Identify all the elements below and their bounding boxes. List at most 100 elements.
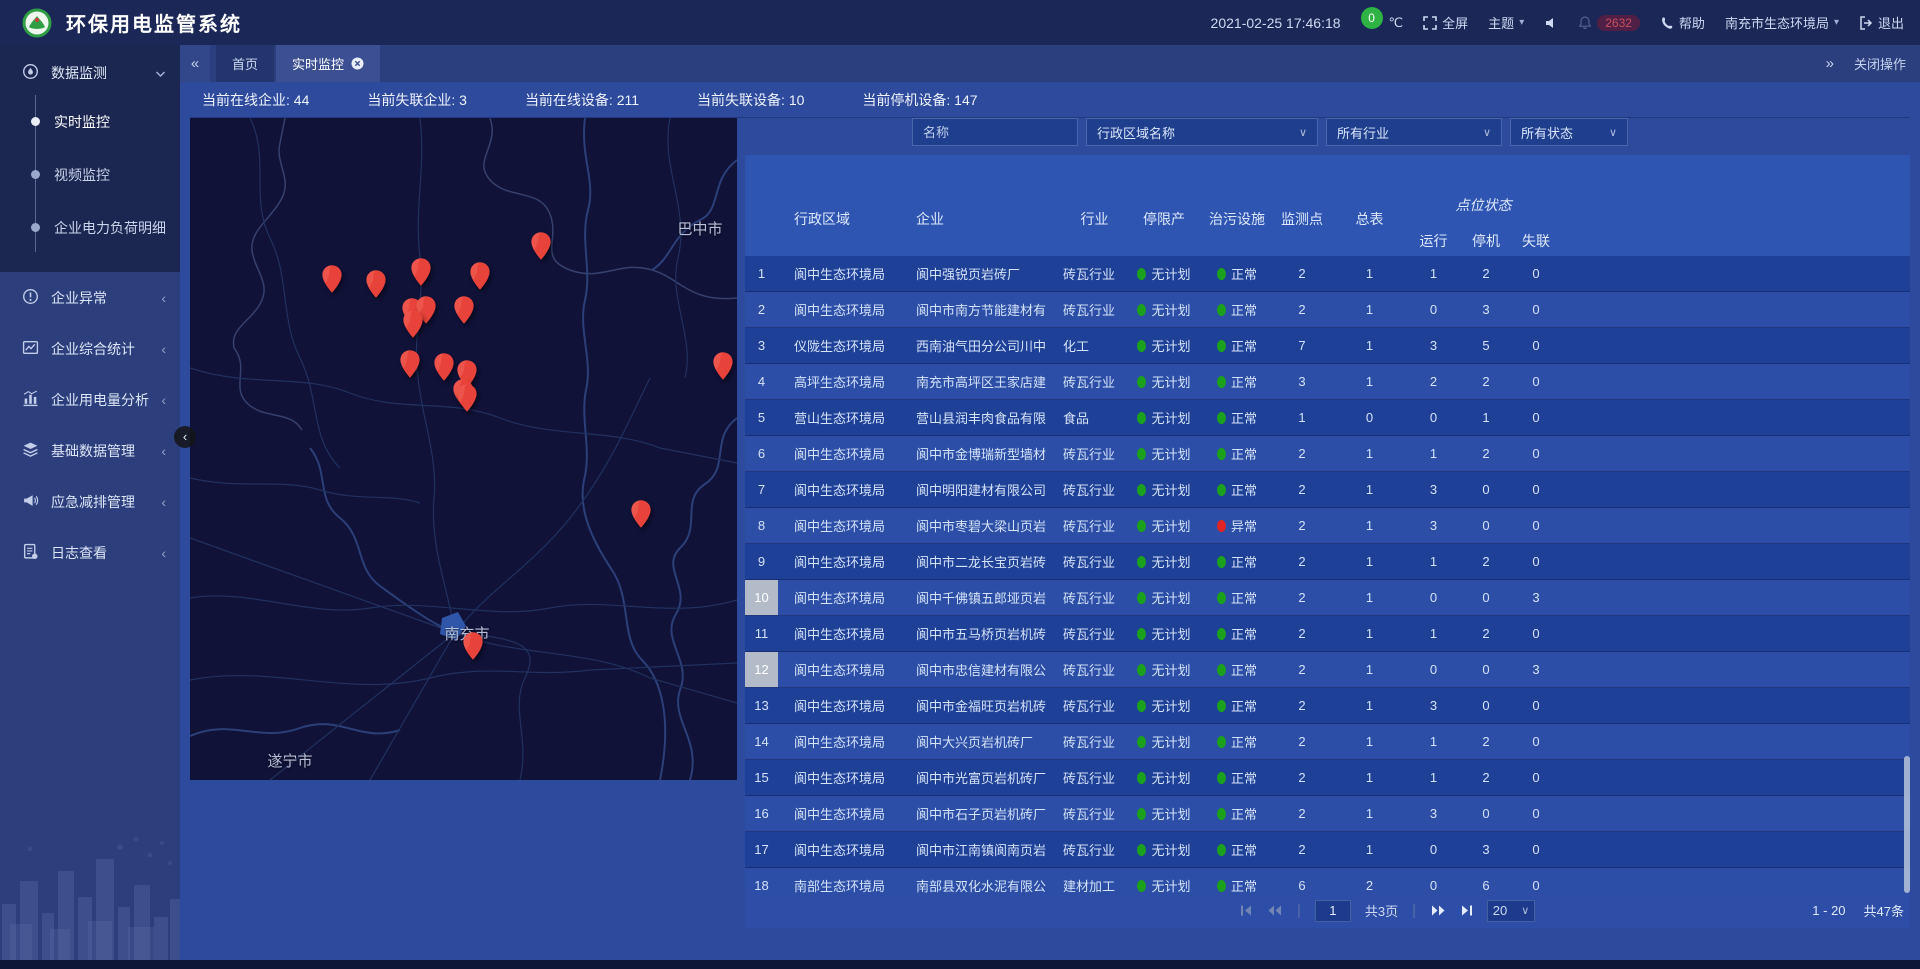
map-panel[interactable]: 巴中市南充市遂宁市 bbox=[190, 118, 737, 780]
table-row[interactable]: 16阆中生态环境局阆中市石子页岩机砖厂砖瓦行业无计划正常21300 bbox=[745, 796, 1910, 832]
sidebar-item-实时监控[interactable]: 实时监控 bbox=[0, 95, 180, 148]
page-number-input[interactable] bbox=[1315, 900, 1351, 922]
cell-company: 阆中市南方节能建材有 bbox=[908, 292, 1059, 327]
cell-limit-status: 无计划 bbox=[1126, 328, 1202, 363]
cell-lost-count: 0 bbox=[1512, 616, 1560, 651]
table-row[interactable]: 6阆中生态环境局阆中市金博瑞新型墙材砖瓦行业无计划正常21120 bbox=[745, 436, 1910, 472]
status-filter-select[interactable]: 所有状态∨ bbox=[1510, 118, 1628, 146]
sound-toggle[interactable] bbox=[1544, 16, 1558, 30]
sidebar-item-基础数据管理[interactable]: 基础数据管理‹ bbox=[0, 425, 180, 476]
menu-icon bbox=[22, 339, 39, 359]
cell-monitor-count: 2 bbox=[1272, 832, 1332, 867]
map-pin-icon[interactable] bbox=[469, 261, 491, 291]
table-row[interactable]: 15阆中生态环境局阆中市光富页岩机砖厂砖瓦行业无计划正常21120 bbox=[745, 760, 1910, 796]
cell-region: 阆中生态环境局 bbox=[778, 688, 908, 723]
map-pin-icon[interactable] bbox=[530, 231, 552, 261]
map-pin-icon[interactable] bbox=[712, 351, 734, 381]
table-row[interactable]: 5营山生态环境局营山县润丰肉食品有限食品无计划正常10010 bbox=[745, 400, 1910, 436]
map-pin-icon[interactable] bbox=[630, 499, 652, 529]
theme-menu[interactable]: 主题▾ bbox=[1488, 13, 1524, 32]
table-row[interactable]: 12阆中生态环境局阆中市忠信建材有限公砖瓦行业无计划正常21003 bbox=[745, 652, 1910, 688]
table-row[interactable]: 8阆中生态环境局阆中市枣碧大梁山页岩砖瓦行业无计划异常21300 bbox=[745, 508, 1910, 544]
map-pin-icon[interactable] bbox=[321, 264, 343, 294]
cell-company: 南部县双化水泥有限公 bbox=[908, 868, 1059, 893]
tab-实时监控[interactable]: 实时监控 bbox=[276, 45, 380, 82]
status-dot-icon bbox=[1217, 268, 1226, 280]
status-dot-icon bbox=[1217, 448, 1226, 460]
cell-limit-status: 无计划 bbox=[1126, 472, 1202, 507]
table-row[interactable]: 17阆中生态环境局阆中市江南镇阆南页岩砖瓦行业无计划正常21030 bbox=[745, 832, 1910, 868]
cell-facility-status: 正常 bbox=[1202, 688, 1272, 723]
fullscreen-button[interactable]: 全屏 bbox=[1423, 13, 1468, 32]
table-scrollbar[interactable] bbox=[1904, 756, 1910, 893]
status-dot-icon bbox=[1217, 844, 1226, 856]
next-page-icon[interactable] bbox=[1430, 904, 1446, 917]
cell-total-meter: 1 bbox=[1332, 436, 1407, 471]
close-operations-button[interactable]: 关闭操作 bbox=[1854, 54, 1906, 73]
map-pin-icon[interactable] bbox=[402, 309, 424, 339]
cell-filler bbox=[1560, 688, 1910, 723]
sidebar-group-toggle[interactable]: 数据监测 bbox=[0, 51, 180, 95]
map-pin-icon[interactable] bbox=[456, 383, 478, 413]
sidebar-item-应急减排管理[interactable]: 应急减排管理‹ bbox=[0, 476, 180, 527]
sidebar-item-企业异常[interactable]: 企业异常‹ bbox=[0, 272, 180, 323]
table-row[interactable]: 14阆中生态环境局阆中大兴页岩机砖厂砖瓦行业无计划正常21120 bbox=[745, 724, 1910, 760]
cell-region: 阆中生态环境局 bbox=[778, 652, 908, 687]
region-filter-select[interactable]: 行政区域名称∨ bbox=[1086, 118, 1318, 146]
industry-filter-select[interactable]: 所有行业∨ bbox=[1326, 118, 1502, 146]
map-pin-icon[interactable] bbox=[399, 349, 421, 379]
chevron-down-icon: ▾ bbox=[1519, 17, 1524, 28]
cell-company: 阆中市二龙长宝页岩砖 bbox=[908, 544, 1059, 579]
table-row[interactable]: 10阆中生态环境局阆中千佛镇五郎垭页岩砖瓦行业无计划正常21003 bbox=[745, 580, 1910, 616]
cell-lost-count: 0 bbox=[1512, 472, 1560, 507]
sidebar-item-label: 实时监控 bbox=[54, 112, 110, 132]
status-dot-icon bbox=[1137, 268, 1146, 280]
scroll-tabs-left-icon[interactable]: « bbox=[180, 45, 210, 82]
logout-button[interactable]: 退出 bbox=[1859, 13, 1904, 32]
cell-lost-count: 0 bbox=[1512, 508, 1560, 543]
cell-filler bbox=[1560, 616, 1910, 651]
map-pin-icon[interactable] bbox=[462, 631, 484, 661]
cell-region: 南部生态环境局 bbox=[778, 868, 908, 893]
page-size-select[interactable]: 20∨ bbox=[1487, 900, 1535, 922]
table-row[interactable]: 9阆中生态环境局阆中市二龙长宝页岩砖砖瓦行业无计划正常21120 bbox=[745, 544, 1910, 580]
collapse-map-button[interactable]: ‹ bbox=[174, 426, 196, 448]
table-row[interactable]: 13阆中生态环境局阆中市金福旺页岩机砖砖瓦行业无计划正常21300 bbox=[745, 688, 1910, 724]
cell-region: 仪陇生态环境局 bbox=[778, 328, 908, 363]
table-row[interactable]: 3仪陇生态环境局西南油气田分公司川中化工无计划正常71350 bbox=[745, 328, 1910, 364]
first-page-icon[interactable] bbox=[1240, 904, 1253, 917]
table-row[interactable]: 2阆中生态环境局阆中市南方节能建材有砖瓦行业无计划正常21030 bbox=[745, 292, 1910, 328]
help-button[interactable]: 帮助 bbox=[1660, 13, 1705, 32]
col-header-monitor: 监测点 bbox=[1272, 155, 1332, 256]
map-pin-icon[interactable] bbox=[453, 295, 475, 325]
cell-total-meter: 1 bbox=[1332, 256, 1407, 291]
table-row[interactable]: 18南部生态环境局南部县双化水泥有限公建材加工无计划正常62060 bbox=[745, 868, 1910, 893]
table-row[interactable]: 1阆中生态环境局阆中强锐页岩砖厂砖瓦行业无计划正常21120 bbox=[745, 256, 1910, 292]
table-row[interactable]: 4高坪生态环境局南充市高坪区王家店建砖瓦行业无计划正常31220 bbox=[745, 364, 1910, 400]
table-row[interactable]: 11阆中生态环境局阆中市五马桥页岩机砖砖瓦行业无计划正常21120 bbox=[745, 616, 1910, 652]
tab-首页[interactable]: 首页 bbox=[216, 45, 274, 82]
status-dot-icon bbox=[1137, 376, 1146, 388]
cell-stop-count: 2 bbox=[1460, 256, 1512, 291]
notifications[interactable]: 2632 bbox=[1578, 15, 1640, 31]
cell-total-meter: 1 bbox=[1332, 508, 1407, 543]
map-pin-icon[interactable] bbox=[410, 257, 432, 287]
sidebar-item-企业综合统计[interactable]: 企业综合统计‹ bbox=[0, 323, 180, 374]
table-row[interactable]: 7阆中生态环境局阆中明阳建材有限公司砖瓦行业无计划正常21300 bbox=[745, 472, 1910, 508]
cell-filler bbox=[1560, 724, 1910, 759]
name-filter-input[interactable] bbox=[912, 118, 1078, 146]
sidebar-item-日志查看[interactable]: 日志查看‹ bbox=[0, 527, 180, 578]
sidebar-item-视频监控[interactable]: 视频监控 bbox=[0, 148, 180, 201]
stat-当前在线设备: 当前在线设备: 211 bbox=[525, 90, 639, 110]
sidebar-item-企业用电量分析[interactable]: 企业用电量分析‹ bbox=[0, 374, 180, 425]
last-page-icon[interactable] bbox=[1460, 904, 1473, 917]
close-icon[interactable] bbox=[351, 57, 364, 70]
prev-page-icon[interactable] bbox=[1267, 904, 1283, 917]
cell-company: 营山县润丰肉食品有限 bbox=[908, 400, 1059, 435]
scroll-tabs-right-icon[interactable]: » bbox=[1826, 55, 1834, 72]
sidebar-item-企业电力负荷明细[interactable]: 企业电力负荷明细 bbox=[0, 201, 180, 254]
org-menu[interactable]: 南充市生态环境局▾ bbox=[1725, 13, 1839, 32]
col-header-region: 行政区域 bbox=[778, 155, 908, 256]
col-header-run: 运行 bbox=[1407, 231, 1460, 251]
map-pin-icon[interactable] bbox=[365, 269, 387, 299]
